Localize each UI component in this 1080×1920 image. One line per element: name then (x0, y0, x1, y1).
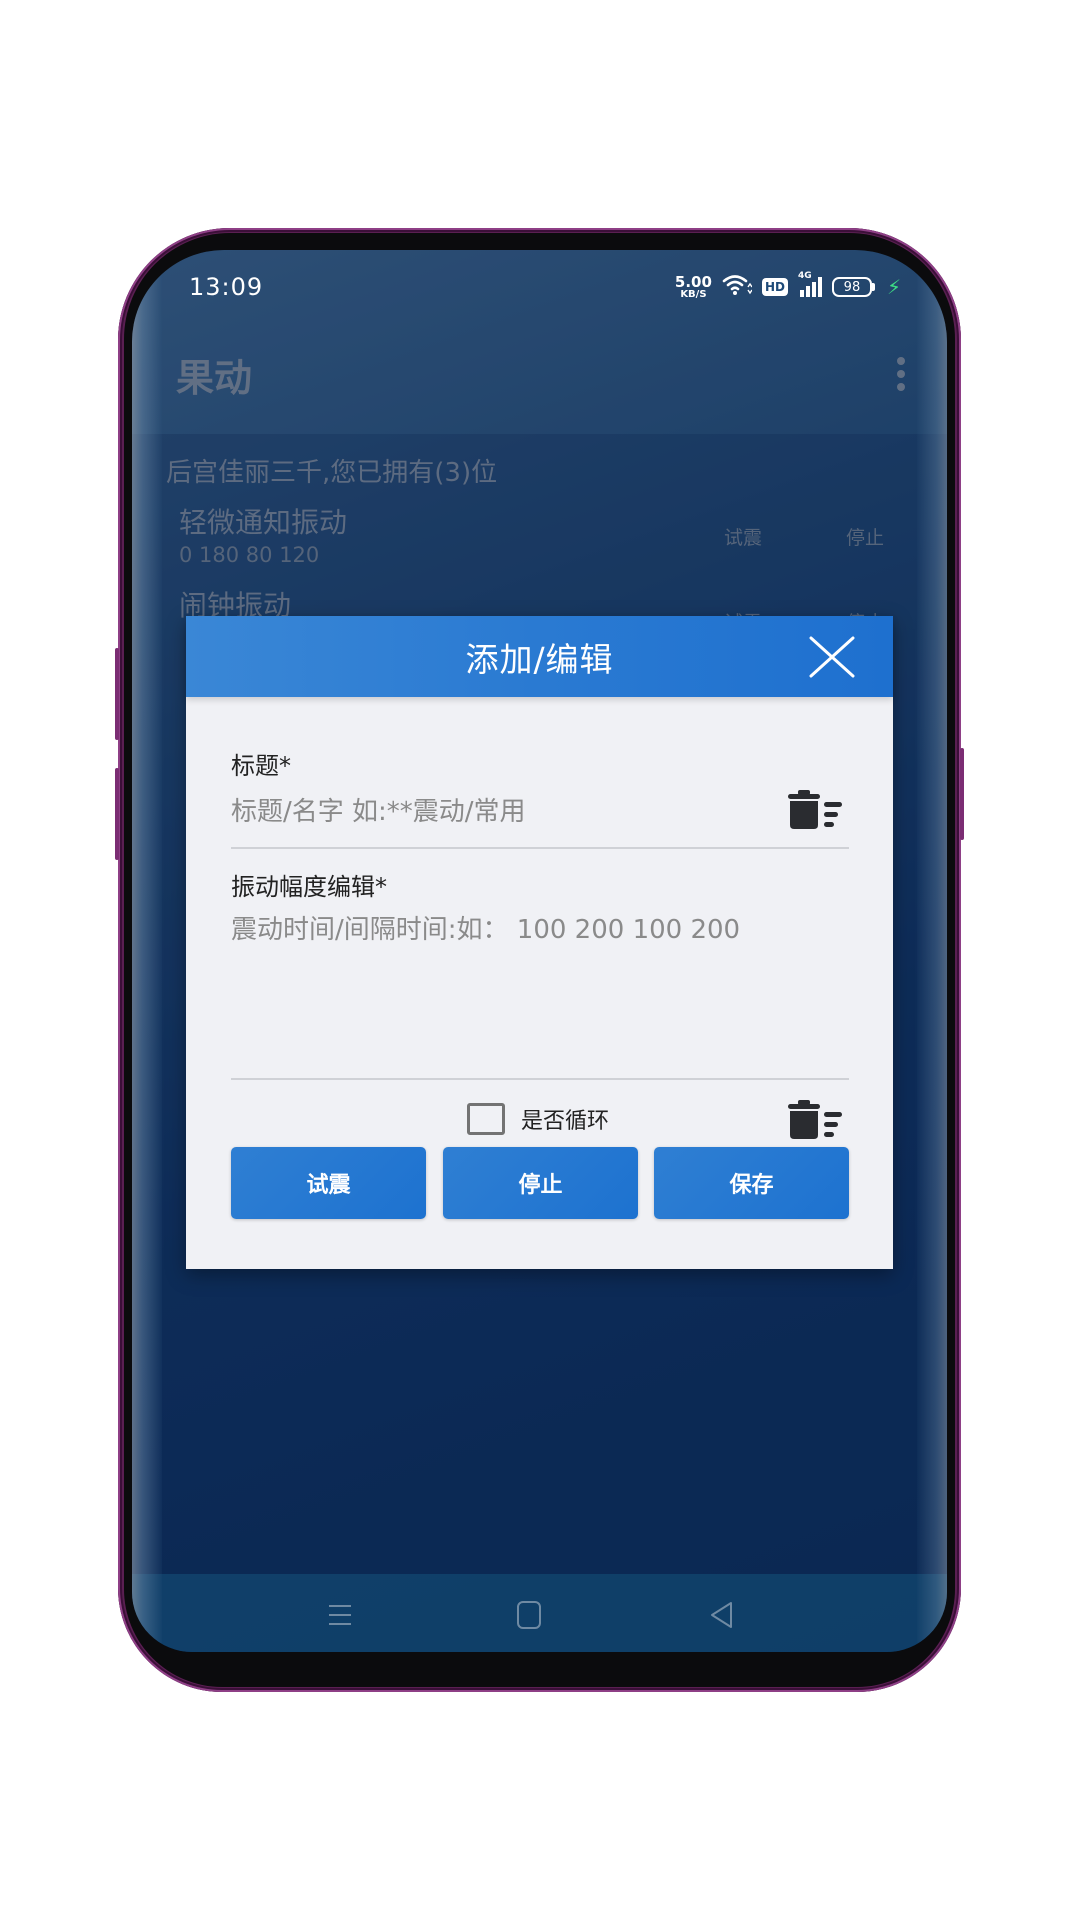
network-speed: 5.00 KB/S (674, 272, 712, 300)
charging-icon: ⚡︎ (886, 275, 901, 299)
pattern-field-label: 振动幅度编辑* (231, 873, 387, 901)
status-icons: 5.00 KB/S HD 4G 98 ⚡︎ (674, 271, 901, 300)
save-button[interactable]: 保存 (654, 1147, 849, 1219)
network-speed-value: 5.00 (674, 272, 712, 291)
clear-title-icon[interactable] (786, 790, 844, 830)
loop-option[interactable]: 是否循环 (467, 1103, 609, 1135)
hd-voice-badge: HD (761, 278, 788, 296)
close-icon[interactable] (809, 636, 855, 678)
title-input[interactable] (231, 792, 849, 832)
pattern-input[interactable] (231, 912, 849, 1072)
status-time: 13:09 (189, 273, 264, 301)
clear-pattern-icon[interactable] (786, 1100, 844, 1140)
home-icon[interactable] (514, 1600, 544, 1630)
battery-level: 98 (831, 277, 872, 297)
dialog-header: 添加/编辑 (186, 616, 893, 697)
loop-checkbox[interactable] (467, 1103, 505, 1135)
network-speed-unit: KB/S (680, 288, 707, 300)
dialog-title: 添加/编辑 (465, 639, 614, 679)
network-type: 4G (797, 271, 812, 281)
side-button (115, 648, 119, 740)
cellular-signal-icon: 4G (798, 271, 822, 297)
title-field-underline (231, 847, 849, 849)
side-button (960, 748, 964, 840)
back-icon[interactable] (706, 1600, 736, 1630)
side-button (115, 768, 119, 860)
add-edit-dialog: 添加/编辑 标题* 振动幅度编辑* 是否循环 (186, 616, 893, 1269)
pattern-field-underline (231, 1078, 849, 1080)
battery-icon: 98 (831, 277, 875, 297)
test-vibration-button[interactable]: 试震 (231, 1147, 426, 1219)
stop-button[interactable]: 停止 (443, 1147, 638, 1219)
navigation-bar (132, 1574, 947, 1652)
loop-checkbox-label: 是否循环 (521, 1109, 610, 1134)
title-field-label: 标题* (231, 752, 291, 780)
status-bar: 13:09 5.00 KB/S HD 4G 98 ⚡︎ (132, 250, 947, 314)
wifi-icon (722, 274, 753, 300)
recent-apps-icon[interactable] (325, 1600, 355, 1630)
